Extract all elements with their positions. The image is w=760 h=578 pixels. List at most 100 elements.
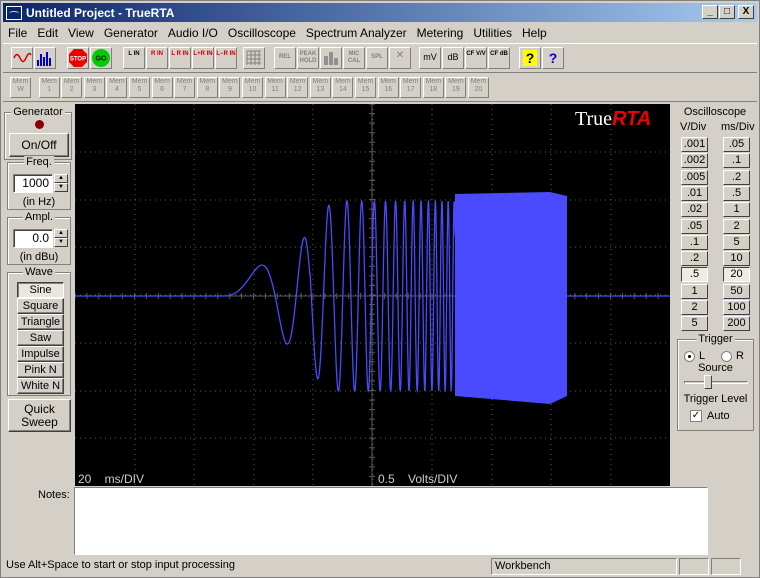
spectrum-mode-icon[interactable] (34, 47, 56, 69)
ampl-down-icon[interactable]: ▼ (54, 238, 68, 247)
bar-button[interactable] (320, 47, 342, 69)
vdiv-button-p001[interactable]: .001 (681, 137, 708, 152)
mem-button-20[interactable]: Mem 20 (468, 77, 489, 98)
quick-sweep-button[interactable]: Quick Sweep (8, 399, 71, 432)
wave-pink-noise-button[interactable]: Pink N (17, 362, 64, 378)
freq-up-icon[interactable]: ▲ (54, 174, 68, 183)
vdiv-button-p1[interactable]: .1 (681, 234, 708, 250)
auto-checkbox[interactable]: ✓ Auto (690, 410, 730, 422)
mem-button-8[interactable]: Mem 8 (196, 77, 218, 98)
rel-button[interactable]: REL (274, 47, 296, 69)
mv-button[interactable]: mV (419, 47, 441, 69)
vdiv-button-2[interactable]: 2 (681, 300, 708, 315)
minimize-button[interactable]: _ (702, 5, 718, 19)
cf-vv-button[interactable]: CF V/V (465, 47, 487, 69)
help-button[interactable]: ? (519, 47, 541, 69)
db-button[interactable]: dB (442, 47, 464, 69)
menu-view[interactable]: View (63, 26, 99, 40)
l-plus-r-in-button[interactable]: L+R IN (192, 47, 214, 69)
menu-metering[interactable]: Metering (412, 26, 469, 40)
msdiv-button-p2[interactable]: .2 (723, 169, 750, 185)
mic-cal-button[interactable]: MIC CAL (343, 47, 365, 69)
sine-wave-mode-icon[interactable] (11, 47, 33, 69)
vdiv-button-p5[interactable]: .5 (681, 267, 708, 283)
menu-file[interactable]: File (3, 26, 32, 40)
mem-button-9[interactable]: Mem 9 (219, 77, 241, 98)
vdiv-button-p005[interactable]: .005 (681, 169, 708, 185)
freq-input[interactable]: 1000 (13, 174, 53, 193)
msdiv-button-5[interactable]: 5 (723, 234, 750, 250)
maximize-button[interactable]: □ (719, 5, 735, 19)
menu-audio-io[interactable]: Audio I/O (163, 26, 223, 40)
menu-utilities[interactable]: Utilities (468, 26, 517, 40)
vdiv-button-p02[interactable]: .02 (681, 202, 708, 218)
ampl-spinner[interactable]: ▲ ▼ (54, 229, 68, 247)
vdiv-button-p05[interactable]: .05 (681, 218, 708, 234)
menu-oscilloscope[interactable]: Oscilloscope (223, 26, 301, 40)
mem-button-12[interactable]: Mem 12 (287, 77, 309, 98)
stop-button[interactable]: STOP (67, 47, 89, 69)
mem-button-18[interactable]: Mem 18 (422, 77, 444, 98)
mem-button-7[interactable]: Mem 7 (174, 77, 196, 98)
vdiv-button-p2[interactable]: .2 (681, 251, 708, 267)
vdiv-button-5[interactable]: 5 (681, 316, 708, 332)
ampl-up-icon[interactable]: ▲ (54, 229, 68, 238)
mem-button-4[interactable]: Mem 4 (106, 77, 128, 98)
context-help-button[interactable]: ? (542, 47, 564, 69)
msdiv-button-p05[interactable]: .05 (723, 137, 750, 152)
ampl-input[interactable]: 0.0 (13, 229, 53, 248)
mem-button-w[interactable]: Mem W (10, 77, 31, 98)
freq-down-icon[interactable]: ▼ (54, 183, 68, 192)
vdiv-button-p01[interactable]: .01 (681, 185, 708, 201)
mem-button-14[interactable]: Mem 14 (332, 77, 354, 98)
generator-onoff-button[interactable]: On/Off (9, 133, 69, 157)
grid-button[interactable] (243, 47, 265, 69)
close-button[interactable]: X (738, 5, 754, 19)
msdiv-button-1[interactable]: 1 (723, 202, 750, 218)
peak-hold-button[interactable]: PEAK HOLD (297, 47, 319, 69)
l-minus-r-in-button[interactable]: L−R IN (215, 47, 237, 69)
mem-button-17[interactable]: Mem 17 (400, 77, 422, 98)
menu-help[interactable]: Help (517, 26, 552, 40)
mem-button-16[interactable]: Mem 16 (377, 77, 399, 98)
msdiv-button-p5[interactable]: .5 (723, 185, 750, 201)
mem-button-1[interactable]: Mem 1 (38, 77, 60, 98)
wave-square-button[interactable]: Square (17, 298, 64, 314)
wave-saw-button[interactable]: Saw (17, 330, 64, 346)
trigger-level-slider[interactable] (704, 375, 713, 389)
spl-button[interactable]: SPL (366, 47, 388, 69)
wave-sine-button[interactable]: Sine (17, 282, 64, 298)
msdiv-button-50[interactable]: 50 (723, 283, 750, 299)
trigger-l-radio[interactable]: L (684, 350, 705, 362)
wave-triangle-button[interactable]: Triangle (17, 314, 64, 330)
mem-button-6[interactable]: Mem 6 (151, 77, 173, 98)
vdiv-button-1[interactable]: 1 (681, 283, 708, 299)
msdiv-button-p1[interactable]: .1 (723, 153, 750, 169)
menu-generator[interactable]: Generator (99, 26, 163, 40)
go-button[interactable]: GO (90, 47, 112, 69)
mem-button-3[interactable]: Mem 3 (83, 77, 105, 98)
r-in-button[interactable]: R IN (146, 47, 168, 69)
wave-impulse-button[interactable]: Impulse (17, 346, 64, 362)
msdiv-button-200[interactable]: 200 (723, 316, 750, 332)
menu-spectrum-analyzer[interactable]: Spectrum Analyzer (301, 26, 412, 40)
menu-edit[interactable]: Edit (32, 26, 63, 40)
oscilloscope-display[interactable]: TrueRTA 20 ms/DIV 0.5 Volts/DIV (75, 104, 670, 486)
trigger-r-radio[interactable]: R (721, 350, 744, 362)
mem-button-19[interactable]: Mem 19 (445, 77, 467, 98)
l-r-in-button[interactable]: L R IN (169, 47, 191, 69)
wave-white-noise-button[interactable]: White N (17, 378, 64, 394)
msdiv-button-2[interactable]: 2 (723, 218, 750, 234)
clear-button[interactable]: ✕ (389, 47, 411, 69)
mem-button-5[interactable]: Mem 5 (129, 77, 150, 98)
mem-button-11[interactable]: Mem 11 (264, 77, 286, 98)
freq-spinner[interactable]: ▲ ▼ (54, 174, 68, 192)
cf-db-button[interactable]: CF dB (488, 47, 510, 69)
msdiv-button-20[interactable]: 20 (723, 267, 750, 283)
mem-button-2[interactable]: Mem 2 (61, 77, 83, 98)
l-in-button[interactable]: L IN (123, 47, 145, 69)
notes-textarea[interactable] (74, 487, 708, 555)
msdiv-button-100[interactable]: 100 (723, 300, 750, 315)
msdiv-button-10[interactable]: 10 (723, 251, 750, 267)
mem-button-13[interactable]: Mem 13 (309, 77, 331, 98)
